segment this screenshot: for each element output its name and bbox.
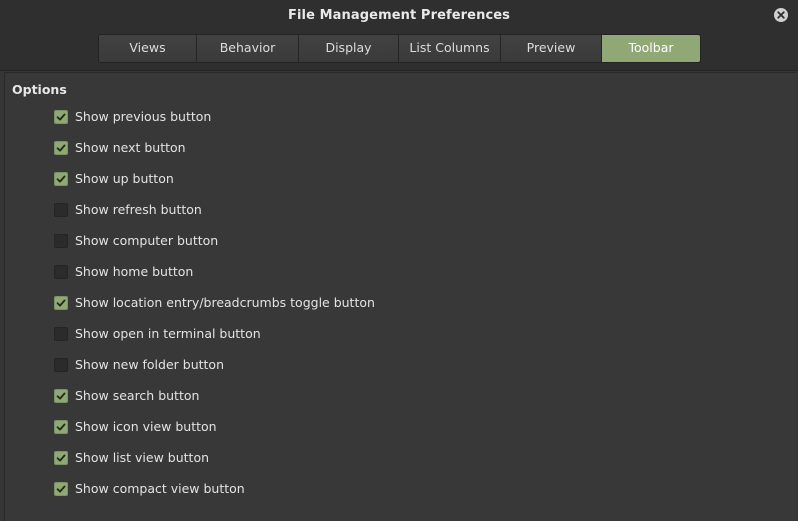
option-label: Show up button [75,171,174,186]
options-list: Show previous button Show next button Show… [54,108,375,511]
tab-views[interactable]: Views [99,35,197,62]
checkmark-icon [56,485,66,493]
option-label: Show location entry/breadcrumbs toggle b… [75,295,375,310]
option-checkbox[interactable] [54,389,68,403]
tab-display[interactable]: Display [299,35,399,62]
close-button[interactable] [774,8,788,22]
window-titlebar: File Management Preferences Views Behavi… [0,0,798,71]
checkmark-icon [56,113,66,121]
option-label: Show search button [75,388,200,403]
tab-list-columns[interactable]: List Columns [399,35,501,62]
option-label: Show compact view button [75,481,245,496]
option-label: Show computer button [75,233,219,248]
preferences-tab-bar: Views Behavior Display List Columns Prev… [98,34,701,63]
tab-preview[interactable]: Preview [501,35,602,62]
option-checkbox[interactable] [54,172,68,186]
option-row-12[interactable]: Show list view button [54,449,375,480]
option-row-13[interactable]: Show compact view button [54,480,375,511]
close-icon [777,11,785,19]
option-checkbox[interactable] [54,451,68,465]
tab-behavior[interactable]: Behavior [197,35,299,62]
option-row-7[interactable]: Show location entry/breadcrumbs toggle b… [54,294,375,325]
option-row-1[interactable]: Show previous button [54,108,375,139]
option-row-4[interactable]: Show refresh button [54,201,375,232]
toolbar-preferences-panel: Options Show previous button Show next bu… [4,72,796,521]
window-title: File Management Preferences [287,8,511,23]
option-label: Show open in terminal button [75,326,261,341]
option-label: Show home button [75,264,194,279]
option-row-8[interactable]: Show open in terminal button [54,325,375,356]
checkmark-icon [56,423,66,431]
option-label: Show list view button [75,450,210,465]
option-checkbox[interactable] [54,358,68,372]
option-label: Show next button [75,140,186,155]
option-row-5[interactable]: Show computer button [54,232,375,263]
option-row-9[interactable]: Show new folder button [54,356,375,387]
option-label: Show new folder button [75,357,224,372]
option-checkbox[interactable] [54,141,68,155]
option-row-11[interactable]: Show icon view button [54,418,375,449]
checkmark-icon [56,299,66,307]
checkmark-icon [56,454,66,462]
option-checkbox[interactable] [54,234,68,248]
option-checkbox[interactable] [54,110,68,124]
option-checkbox[interactable] [54,296,68,310]
options-section-title: Options [12,82,67,97]
option-row-6[interactable]: Show home button [54,263,375,294]
option-checkbox[interactable] [54,203,68,217]
option-row-2[interactable]: Show next button [54,139,375,170]
option-checkbox[interactable] [54,327,68,341]
checkmark-icon [56,144,66,152]
option-checkbox[interactable] [54,265,68,279]
option-row-3[interactable]: Show up button [54,170,375,201]
tab-toolbar[interactable]: Toolbar [602,35,700,62]
option-label: Show icon view button [75,419,217,434]
option-checkbox[interactable] [54,420,68,434]
option-row-10[interactable]: Show search button [54,387,375,418]
checkmark-icon [56,175,66,183]
option-label: Show previous button [75,109,212,124]
checkmark-icon [56,392,66,400]
option-checkbox[interactable] [54,482,68,496]
option-label: Show refresh button [75,202,202,217]
